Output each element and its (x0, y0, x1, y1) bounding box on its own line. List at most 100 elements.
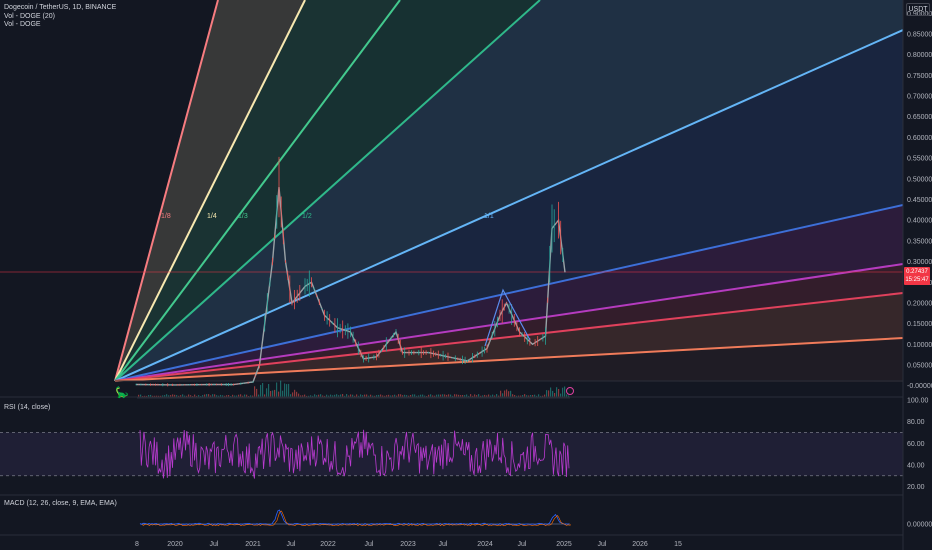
time-tick: 15 (674, 541, 682, 548)
volume-bar (292, 392, 294, 397)
price-tick: 0.20000 (907, 301, 932, 308)
volume-bar (262, 383, 264, 397)
time-tick: 2022 (320, 541, 336, 548)
fan-label: 1/3 (238, 213, 248, 220)
time-tick: 2023 (400, 541, 416, 548)
volume-bar (278, 391, 280, 397)
price-tick: 0.85000 (907, 32, 932, 39)
rsi-tick: 80.00 (907, 419, 925, 426)
time-tick: 8 (135, 541, 139, 548)
price-tick: 0.50000 (907, 176, 932, 183)
chart-canvas[interactable]: 1/8 1/4 1/3 1/2 1/1 0.900000.850000.800000.7… (0, 0, 932, 550)
last-price: 0.27437 (906, 269, 928, 275)
volume-bar (504, 390, 506, 397)
volume-bar (510, 390, 512, 397)
volume-bar (562, 387, 564, 397)
macd-pane (139, 509, 572, 527)
rsi-tick: 60.00 (907, 441, 925, 448)
volume-bar (286, 384, 288, 397)
volume-bar (502, 393, 504, 397)
time-tick: Jul (518, 541, 527, 548)
price-tick: 0.55000 (907, 156, 932, 163)
price-axis[interactable]: 0.900000.850000.800000.750000.700000.650… (907, 11, 932, 390)
last-price-badge: 0.27437 15:25:47 (904, 267, 930, 285)
price-tick: 0.15000 (907, 321, 932, 328)
volume-bar (564, 386, 566, 397)
price-tick: 0.10000 (907, 342, 932, 349)
volume-bar (296, 391, 298, 397)
volume-bar (558, 389, 560, 397)
time-tick: 2024 (477, 541, 493, 548)
volume-bar (256, 388, 258, 397)
time-tick: 2020 (167, 541, 183, 548)
gann-fan: 1/8 1/4 1/3 1/2 1/1 (0, 0, 903, 382)
time-tick: 2026 (632, 541, 648, 548)
volume-indicator-label[interactable]: Vol - DOGE (20) (4, 13, 55, 20)
volume-bar (294, 389, 296, 397)
currency-label[interactable]: USDT (906, 3, 930, 16)
rsi-axis: 100.00 80.00 60.00 40.00 20.00 (907, 398, 929, 492)
fan-label: 1/4 (207, 213, 217, 220)
rsi-tick: 100.00 (907, 398, 929, 405)
volume-bar (280, 380, 282, 397)
volume-bar (554, 393, 556, 397)
rsi-tick: 40.00 (907, 462, 925, 469)
volume-bar (298, 393, 300, 397)
price-tick: 0.70000 (907, 94, 932, 101)
logo-icon: 🦕 (115, 387, 129, 399)
price-tick: -0.00000 (907, 383, 932, 390)
price-tick: 0.05000 (907, 363, 932, 370)
time-tick: 2025 (556, 541, 572, 548)
volume-bar (556, 387, 558, 397)
volume-bar (508, 391, 510, 397)
rsi-pane (0, 429, 903, 479)
volume-bars (137, 380, 574, 399)
time-tick: Jul (598, 541, 607, 548)
volume-bar (500, 390, 502, 397)
price-tick: 0.30000 (907, 259, 932, 266)
volume-bar (550, 387, 552, 397)
chart-title: Dogecoin / TetherUS, 1D, BINANCE (4, 4, 117, 11)
price-tick: 0.35000 (907, 238, 932, 245)
volume-bar (506, 389, 508, 397)
fan-label: 1/2 (302, 213, 312, 220)
macd-tick: 0.00000 (907, 522, 932, 529)
time-tick: Jul (365, 541, 374, 548)
volume-bar (274, 389, 276, 397)
volume-bar (546, 390, 548, 397)
volume-bar (254, 386, 256, 397)
time-axis[interactable]: 8 2020 Jul 2021 Jul 2022 Jul 2023 Jul 2024 Jul 2025… (135, 541, 682, 548)
volume-bar (276, 382, 278, 397)
volume-bar (560, 393, 562, 397)
price-tick: 0.60000 (907, 135, 932, 142)
time-tick: Jul (287, 541, 296, 548)
last-price-time: 15:25:47 (905, 277, 929, 283)
volume-bar (284, 383, 286, 397)
volume-bar (548, 390, 550, 397)
volume-bar (260, 384, 262, 397)
time-tick: Jul (439, 541, 448, 548)
fan-label: 1/1 (484, 213, 494, 220)
rsi-tick: 20.00 (907, 484, 925, 491)
volume-bar (266, 388, 268, 397)
price-tick: 0.80000 (907, 52, 932, 59)
rsi-band (0, 432, 903, 476)
volume-bar (288, 383, 290, 397)
volume-bar (268, 384, 270, 397)
macd-label[interactable]: MACD (12, 26, close, 9, EMA, EMA) (4, 500, 117, 507)
volume-bar (552, 390, 554, 397)
time-tick: Jul (210, 541, 219, 548)
macd-line (139, 509, 570, 526)
price-tick: 0.45000 (907, 197, 932, 204)
fan-label: 1/8 (161, 213, 171, 220)
price-tick: 0.75000 (907, 73, 932, 80)
time-tick: 2021 (245, 541, 261, 548)
price-tick: 0.65000 (907, 114, 932, 121)
event-marker (566, 387, 574, 395)
price-tick: 0.40000 (907, 218, 932, 225)
rsi-label[interactable]: RSI (14, close) (4, 404, 50, 411)
volume-bar (270, 391, 272, 397)
volume-label[interactable]: Vol - DOGE (4, 21, 41, 28)
macd-axis: 0.00000 (907, 522, 932, 529)
volume-bar (272, 390, 274, 397)
